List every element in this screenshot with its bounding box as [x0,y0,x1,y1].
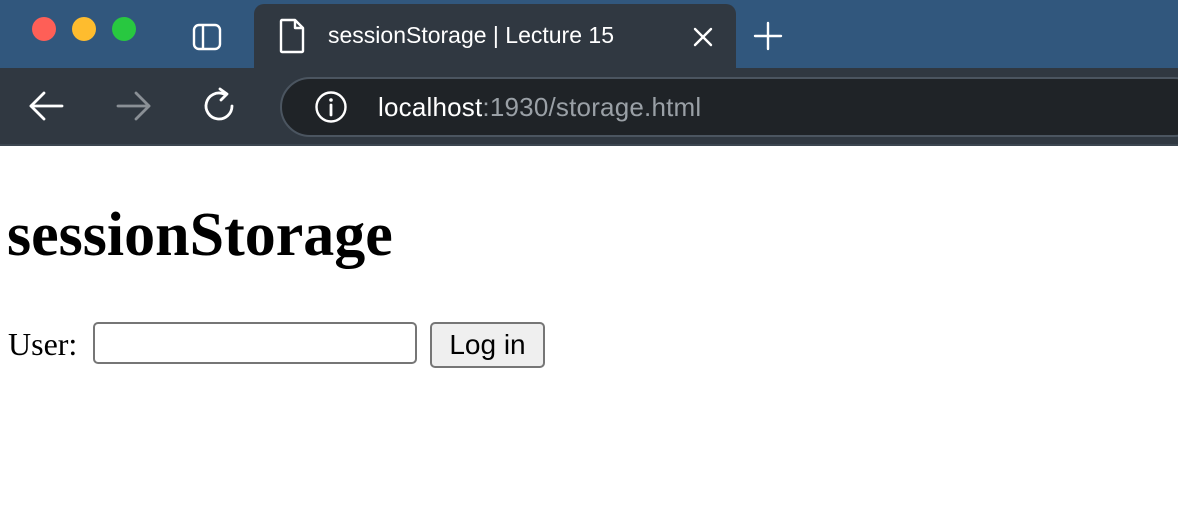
minimize-window-button[interactable] [72,17,96,41]
active-tab[interactable]: sessionStorage | Lecture 15 [254,4,736,68]
page-content: sessionStorage User: Log in [0,146,1178,526]
page-title: sessionStorage [7,201,393,269]
log-in-button[interactable]: Log in [430,322,545,368]
address-bar[interactable]: localhost:1930/storage.html [280,77,1178,137]
document-icon [279,18,305,54]
browser-toolbar: localhost:1930/storage.html [0,68,1178,146]
tab-overview-icon[interactable] [192,22,222,52]
forward-arrow-icon[interactable] [114,86,154,126]
url-host: localhost [378,92,483,122]
back-arrow-icon[interactable] [26,86,66,126]
close-icon[interactable] [690,24,716,50]
reload-icon[interactable] [200,86,240,126]
tab-title: sessionStorage | Lecture 15 [328,22,614,48]
tab-strip: sessionStorage | Lecture 15 [0,0,1178,68]
url-text[interactable]: localhost:1930/storage.html [378,92,701,123]
url-path: :1930/storage.html [482,92,702,122]
user-input[interactable] [93,322,417,364]
maximize-window-button[interactable] [112,17,136,41]
plus-icon[interactable] [752,20,784,52]
info-icon[interactable] [314,90,348,124]
close-window-button[interactable] [32,17,56,41]
user-label: User: [8,326,78,362]
